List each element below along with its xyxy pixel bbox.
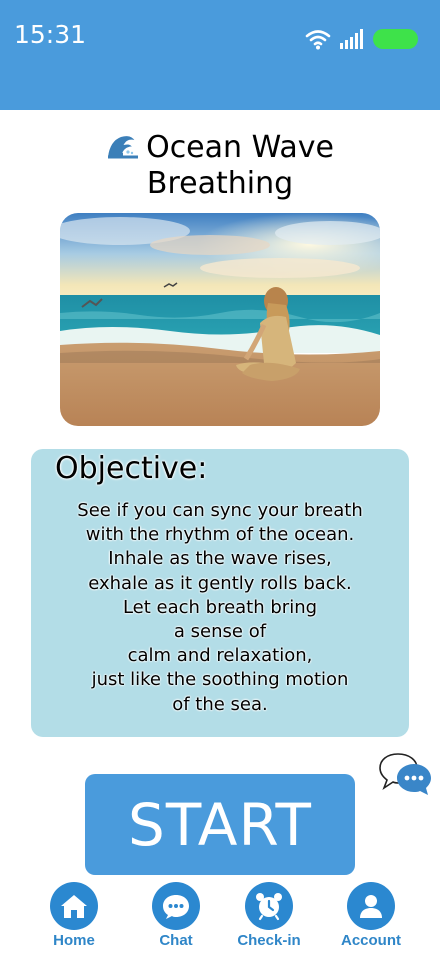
account-icon <box>347 882 395 930</box>
signal-icon <box>340 29 363 49</box>
nav-item-chat[interactable]: Chat <box>131 882 221 949</box>
ocean-wave-icon <box>106 131 141 159</box>
nav-label-check-in: Check-in <box>237 932 301 949</box>
status-icons <box>305 28 418 50</box>
alarm-clock-icon <box>245 882 293 930</box>
page-title-text: Ocean Wave Breathing <box>146 130 334 201</box>
battery-icon <box>373 29 418 49</box>
nav-label-chat: Chat <box>159 932 193 949</box>
objective-card: Objective: See if you can sync your brea… <box>31 449 409 737</box>
status-time: 15:31 <box>14 20 87 49</box>
wifi-icon <box>305 30 331 50</box>
objective-line: of the sea. <box>172 693 268 715</box>
objective-line: exhale as it gently rolls back. <box>88 572 352 594</box>
objective-line: calm and relaxation, <box>127 645 313 667</box>
bottom-nav: Home Chat Check-in Account <box>0 880 440 956</box>
start-button[interactable]: START <box>85 774 355 875</box>
nav-item-home[interactable]: Home <box>29 882 119 949</box>
objective-line: just like the soothing motion <box>91 669 349 691</box>
beach-meditation-image <box>60 213 380 426</box>
objective-text: See if you can sync your breath with the… <box>45 499 395 717</box>
nav-item-account[interactable]: Account <box>326 882 416 949</box>
nav-label-home: Home <box>53 932 95 949</box>
page-title: Ocean Wave Breathing <box>60 130 380 202</box>
objective-line: with the rhythm of the ocean. <box>85 524 355 546</box>
home-icon <box>50 882 98 930</box>
nav-item-check-in[interactable]: Check-in <box>224 882 314 949</box>
chat-bubbles-icon[interactable] <box>378 750 432 796</box>
hero-image <box>60 213 380 426</box>
objective-heading: Objective: <box>55 451 208 486</box>
objective-line: See if you can sync your breath <box>77 500 363 521</box>
objective-line: Let each breath bring <box>122 596 318 618</box>
nav-label-account: Account <box>341 932 401 949</box>
chat-icon <box>152 882 200 930</box>
status-bar: 15:31 <box>0 0 440 110</box>
objective-line: Inhale as the wave rises, <box>108 548 332 570</box>
objective-line: a sense of <box>173 621 267 643</box>
